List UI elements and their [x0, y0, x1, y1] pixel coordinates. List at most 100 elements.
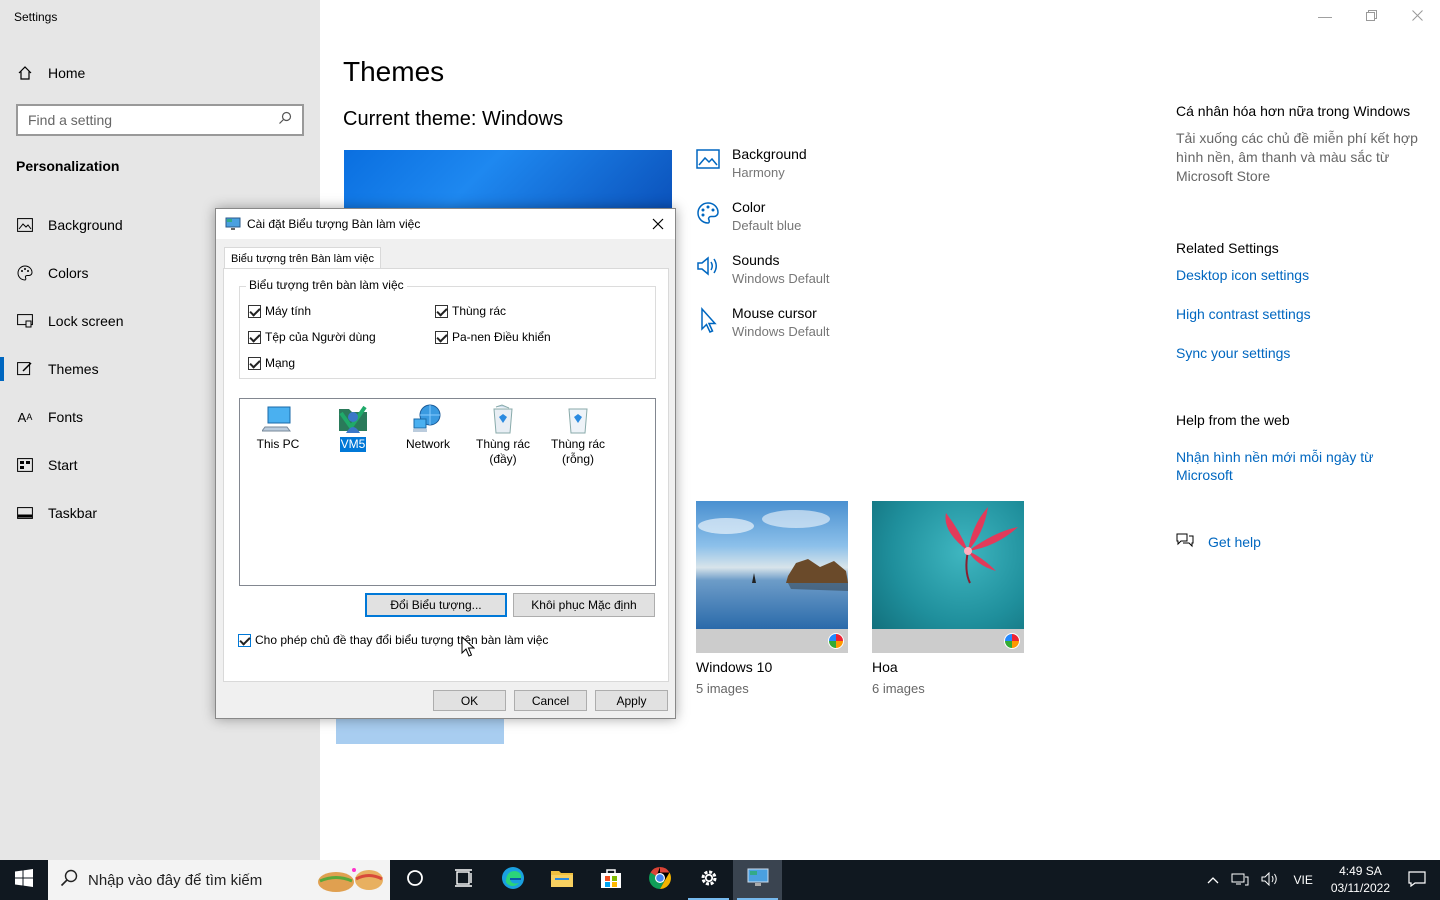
taskbar-app-file-explorer[interactable] — [537, 860, 586, 900]
desktop-icons-group: Biểu tượng trên bàn làm việc Máy tính Th… — [239, 278, 656, 379]
property-value: Harmony — [732, 165, 785, 180]
gear-icon — [698, 867, 720, 894]
get-help-link[interactable]: Get help — [1208, 534, 1261, 550]
high-contrast-settings-link[interactable]: High contrast settings — [1176, 306, 1311, 322]
icon-label-line2: (đầy) — [489, 452, 517, 466]
volume-icon[interactable] — [1261, 871, 1279, 889]
checkbox-checked-icon[interactable] — [248, 304, 261, 318]
home-nav-item[interactable]: Home — [16, 64, 85, 82]
sidebar-item-fonts[interactable]: AA Fonts — [16, 408, 83, 426]
search-icon[interactable] — [278, 111, 292, 130]
icon-label: Network — [405, 437, 450, 451]
checkbox-label: Mạng — [265, 356, 296, 370]
notification-icon[interactable] — [1408, 870, 1426, 890]
theme-property-mouse-cursor[interactable]: Mouse cursor Windows Default — [696, 305, 830, 339]
dialog-close-button[interactable] — [645, 211, 671, 237]
clock-date: 03/11/2022 — [1330, 881, 1390, 895]
taskbar-app-edge[interactable] — [488, 860, 537, 900]
theme-thumbnail — [696, 501, 848, 629]
chevron-up-icon[interactable] — [1207, 873, 1219, 887]
close-button[interactable] — [1394, 0, 1440, 32]
sidebar-item-colors[interactable]: Colors — [16, 264, 88, 282]
checkbox-label: Cho phép chủ đề thay đổi biểu tượng trên… — [255, 633, 549, 647]
property-name: Mouse cursor — [732, 305, 817, 321]
theme-property-sounds[interactable]: Sounds Windows Default — [696, 252, 830, 286]
taskbar-app-settings[interactable] — [684, 860, 733, 900]
checkbox-network[interactable]: Mạng — [248, 356, 295, 370]
network-icon[interactable] — [1231, 872, 1249, 889]
lock-screen-icon — [16, 312, 34, 330]
palette-icon — [16, 264, 34, 282]
close-icon — [652, 218, 664, 230]
apply-button[interactable]: Apply — [595, 690, 668, 711]
icon-this-pc[interactable]: This PC — [243, 403, 313, 452]
icon-recycle-bin-full[interactable]: Thùng rác (đầy) — [468, 403, 538, 467]
taskbar-app-chrome[interactable] — [635, 860, 684, 900]
find-setting-input[interactable] — [28, 112, 278, 128]
checkbox-checked-icon[interactable] — [248, 356, 261, 370]
taskbar-app-store[interactable] — [586, 860, 635, 900]
recycle-bin-full-icon — [487, 403, 519, 435]
sidebar-item-start[interactable]: Start — [16, 456, 78, 474]
minimize-button[interactable]: — — [1302, 0, 1348, 32]
clock[interactable]: 4:49 SA 03/11/2022 — [1331, 863, 1390, 897]
network-globe-icon — [412, 403, 444, 435]
ok-button[interactable]: OK — [433, 690, 506, 711]
theme-property-background[interactable]: Background Harmony — [696, 146, 807, 180]
input-language-indicator[interactable]: VIE — [1293, 873, 1312, 887]
checkbox-checked-icon[interactable] — [248, 330, 261, 344]
sidebar-item-lock-screen[interactable]: Lock screen — [16, 312, 123, 330]
app-title: Settings — [14, 10, 58, 24]
checkbox-checked-icon[interactable] — [435, 304, 448, 318]
sidebar-item-label: Fonts — [48, 409, 84, 425]
sidebar-item-background[interactable]: Background — [16, 216, 123, 234]
taskbar-app-desktop-icon-settings[interactable] — [733, 860, 782, 900]
minimize-icon: — — [1318, 8, 1332, 24]
checkbox-computer[interactable]: Máy tính — [248, 304, 311, 318]
checkbox-checked-icon[interactable] — [435, 330, 448, 344]
taskbar-icon — [16, 504, 34, 522]
cortana-button[interactable] — [390, 860, 439, 900]
task-view-button[interactable] — [439, 860, 488, 900]
taskbar: Nhập vào đây để tìm kiếm VIE 4:49 SA 03/… — [0, 860, 1440, 900]
checkbox-control-panel[interactable]: Pa-nen Điều khiển — [435, 330, 551, 344]
theme-card-windows10[interactable]: Windows 10 5 images — [696, 501, 848, 696]
taskbar-search-box[interactable]: Nhập vào đây để tìm kiếm — [48, 860, 390, 900]
icon-user-files[interactable]: VM5 — [318, 403, 388, 453]
start-button[interactable] — [0, 860, 48, 900]
color-wheel-icon — [1004, 633, 1020, 649]
promo-title: Cá nhân hóa hơn nữa trong Windows — [1176, 103, 1411, 119]
change-icon-button[interactable]: Đổi Biểu tượng... — [365, 593, 507, 617]
checkbox-recycle-bin[interactable]: Thùng rác — [435, 304, 506, 318]
sidebar-item-taskbar[interactable]: Taskbar — [16, 504, 97, 522]
cancel-button[interactable]: Cancel — [514, 690, 587, 711]
icon-recycle-bin-empty[interactable]: Thùng rác (rỗng) — [543, 403, 613, 467]
restore-default-button[interactable]: Khôi phục Mặc định — [513, 593, 655, 617]
clock-time: 4:49 SA — [1339, 864, 1382, 878]
restore-button[interactable] — [1348, 0, 1394, 32]
find-setting-search[interactable] — [16, 104, 304, 136]
tab-desktop-icons[interactable]: Biểu tượng trên Bàn làm việc — [224, 247, 381, 269]
checkbox-user-files[interactable]: Tệp của Người dùng — [248, 330, 376, 344]
checkbox-checked-icon[interactable] — [238, 633, 251, 647]
desktop-icon-settings-link[interactable]: Desktop icon settings — [1176, 267, 1309, 283]
icon-network[interactable]: Network — [393, 403, 463, 452]
cortana-circle-icon — [406, 869, 424, 892]
restore-icon — [1365, 8, 1377, 24]
property-value: Windows Default — [732, 324, 830, 339]
get-help-row[interactable]: Get help — [1176, 532, 1261, 551]
sandwich-illustration-icon — [314, 864, 386, 900]
desktop-icon-list[interactable]: This PC VM5 Network Thùng rác (đầy) Thùn… — [239, 398, 656, 586]
dialog-titlebar[interactable]: Cài đặt Biểu tượng Bàn làm việc — [216, 209, 675, 239]
daily-wallpaper-link[interactable]: Nhận hình nền mới mỗi ngày từ Microsoft — [1176, 448, 1406, 484]
home-label: Home — [48, 65, 86, 81]
theme-name: Hoa — [872, 659, 898, 675]
sidebar-item-themes[interactable]: Themes — [16, 360, 99, 378]
section-title: Personalization — [16, 158, 120, 174]
theme-card-hoa[interactable]: Hoa 6 images — [872, 501, 1024, 696]
property-name: Sounds — [732, 252, 780, 268]
icon-label: Thùng rác — [550, 437, 606, 451]
theme-property-color[interactable]: Color Default blue — [696, 199, 801, 233]
checkbox-allow-themes[interactable]: Cho phép chủ đề thay đổi biểu tượng trên… — [238, 633, 548, 647]
sync-settings-link[interactable]: Sync your settings — [1176, 345, 1290, 361]
